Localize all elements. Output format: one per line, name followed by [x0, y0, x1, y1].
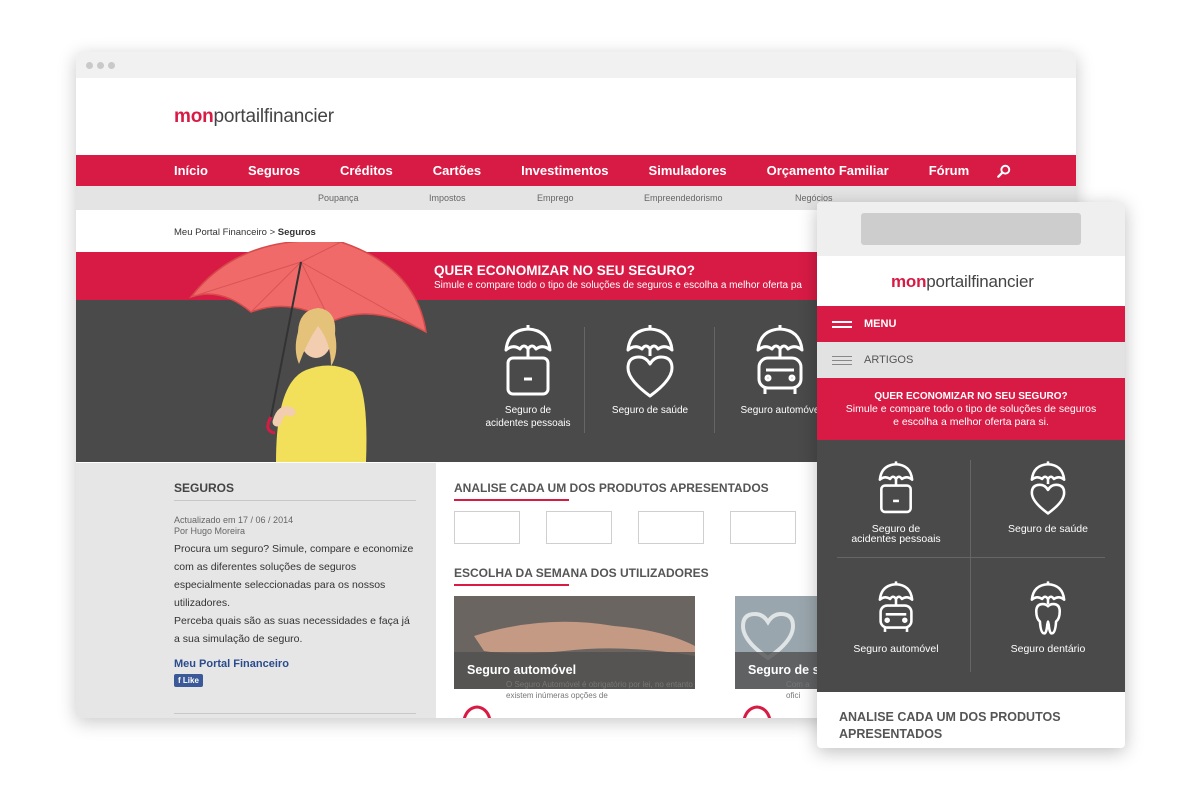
heart-umbrella-icon [1030, 461, 1066, 515]
sidebar-title: SEGUROS [174, 481, 416, 501]
nav-item-creditos[interactable]: Créditos [340, 163, 393, 178]
umbrella-icon [742, 705, 772, 718]
mobile-hero-title: QUER ECONOMIZAR NO SEU SEGURO? [874, 391, 1068, 402]
breadcrumb-current: Seguros [277, 227, 316, 238]
heading-underline [454, 584, 569, 586]
updated-date: Actualizado em 17 / 06 / 2014 [174, 515, 294, 525]
main-nav: Início Seguros Créditos Cartões Investim… [76, 155, 1076, 186]
product-label: Seguro de saúde [611, 405, 689, 416]
briefcase-umbrella-icon [504, 325, 552, 396]
breadcrumb-sep: > [266, 227, 278, 238]
divider [174, 713, 416, 714]
product-box[interactable] [454, 511, 520, 544]
product-box[interactable] [638, 511, 704, 544]
mobile-artigos-button[interactable]: ARTIGOS [817, 342, 1125, 378]
author: Por Hugo Moreira [174, 526, 246, 536]
car-umbrella-icon [756, 325, 804, 394]
card-text: O Seguro Automóvel é obrigatório por lei… [506, 680, 693, 700]
mobile-browser-bar [817, 202, 1125, 256]
hero-subtitle: Simule e compare todo o tipo de soluções… [434, 280, 802, 291]
product-box[interactable] [546, 511, 612, 544]
mobile-header: monportailfinancier [817, 256, 1125, 306]
nav-item-inicio[interactable]: Início [174, 163, 208, 178]
artigos-label: ARTIGOS [864, 354, 914, 366]
subnav-item-emprego[interactable]: Emprego [537, 193, 574, 203]
tooth-umbrella-icon [1030, 581, 1066, 635]
nav-item-orcamento[interactable]: Orçamento Familiar [767, 163, 889, 178]
woman-umbrella-image [188, 242, 427, 462]
facebook-like-button[interactable]: f Like [174, 674, 203, 687]
briefcase-umbrella-icon [878, 461, 914, 514]
nav-item-forum[interactable]: Fórum [929, 163, 969, 178]
card-text: Com a ofici [786, 680, 810, 700]
stage: monportailfinancier Início Seguros Crédi… [0, 0, 1200, 800]
subnav-item-empreendedorismo[interactable]: Empreendedorismo [644, 193, 723, 203]
product-label: acidentes pessoais [851, 533, 941, 545]
hamburger-icon [832, 318, 852, 331]
umbrella-icon [462, 705, 492, 718]
mobile-analyse-heading: ANALISE CADA UM DOS PRODUTOS APRESENTADO… [839, 710, 1061, 741]
car-umbrella-icon [878, 581, 914, 632]
window-chrome [76, 52, 1076, 78]
site-header: monportailfinancier [76, 78, 1076, 155]
product-personal-accident[interactable]: Seguro de acidentes pessoais [468, 322, 588, 430]
product-label: Seguro de saúde [1008, 523, 1088, 535]
product-health[interactable]: Seguro de saúde [590, 322, 710, 417]
mobile-window: monportailfinancier MENU ARTIGOS QUER EC… [817, 202, 1125, 748]
nav-item-investimentos[interactable]: Investimentos [521, 163, 608, 178]
product-box[interactable] [730, 511, 796, 544]
site-logo[interactable]: monportailfinancier [174, 106, 334, 128]
window-dot [108, 61, 115, 69]
sidebar-paragraph: Procura um seguro? Simule, compare e eco… [174, 543, 414, 609]
product-label: Seguro automóvel [853, 643, 939, 655]
mobile-hero-text: e escolha a melhor oferta para si. [893, 416, 1049, 428]
product-label: Seguro de [504, 405, 552, 416]
url-bar[interactable] [861, 213, 1081, 245]
heading-underline [454, 499, 569, 501]
product-label: Seguro dentário [1010, 643, 1086, 655]
mobile-hero: QUER ECONOMIZAR NO SEU SEGURO? Simule e … [817, 378, 1125, 440]
product-label: acidentes pessoais [485, 418, 571, 429]
mobile-product-auto[interactable]: Seguro automóvel [819, 578, 973, 654]
mobile-menu-button[interactable]: MENU [817, 306, 1125, 342]
mobile-product-grid: Seguro de acidentes pessoais Seguro de s… [817, 440, 1125, 692]
subnav-item-poupanca[interactable]: Poupança [318, 193, 359, 203]
mobile-product-dental[interactable]: Seguro dentário [971, 578, 1125, 654]
nav-item-simuladores[interactable]: Simuladores [649, 163, 727, 178]
hero-title: QUER ECONOMIZAR NO SEU SEGURO? [434, 263, 696, 278]
sidebar-paragraph: Perceba quais são as suas necessidades e… [174, 615, 410, 645]
window-dot [97, 61, 104, 69]
nav-item-seguros[interactable]: Seguros [248, 163, 300, 178]
divider [584, 327, 585, 433]
mobile-hero-text: Simule e compare todo o tipo de soluções… [845, 403, 1097, 415]
site-logo[interactable]: monportailfinancier [891, 272, 1034, 292]
divider [714, 327, 715, 433]
mobile-product-personal-accident[interactable]: Seguro de acidentes pessoais [819, 458, 973, 544]
hamburger-icon [832, 353, 852, 368]
card-auto[interactable]: Seguro automóvel [454, 596, 695, 689]
sidebar: SEGUROS Actualizado em 17 / 06 / 2014 Po… [76, 463, 436, 718]
nav-item-cartoes[interactable]: Cartões [433, 163, 481, 178]
mobile-product-health[interactable]: Seguro de saúde [971, 458, 1125, 534]
menu-label: MENU [864, 318, 897, 330]
window-dot [86, 61, 93, 69]
subnav-item-impostos[interactable]: Impostos [429, 193, 466, 203]
portal-link[interactable]: Meu Portal Financeiro [174, 658, 436, 670]
divider [837, 557, 1105, 558]
search-icon[interactable] [997, 164, 1011, 178]
heart-umbrella-icon [626, 325, 674, 398]
breadcrumb-root[interactable]: Meu Portal Financeiro [174, 227, 267, 238]
